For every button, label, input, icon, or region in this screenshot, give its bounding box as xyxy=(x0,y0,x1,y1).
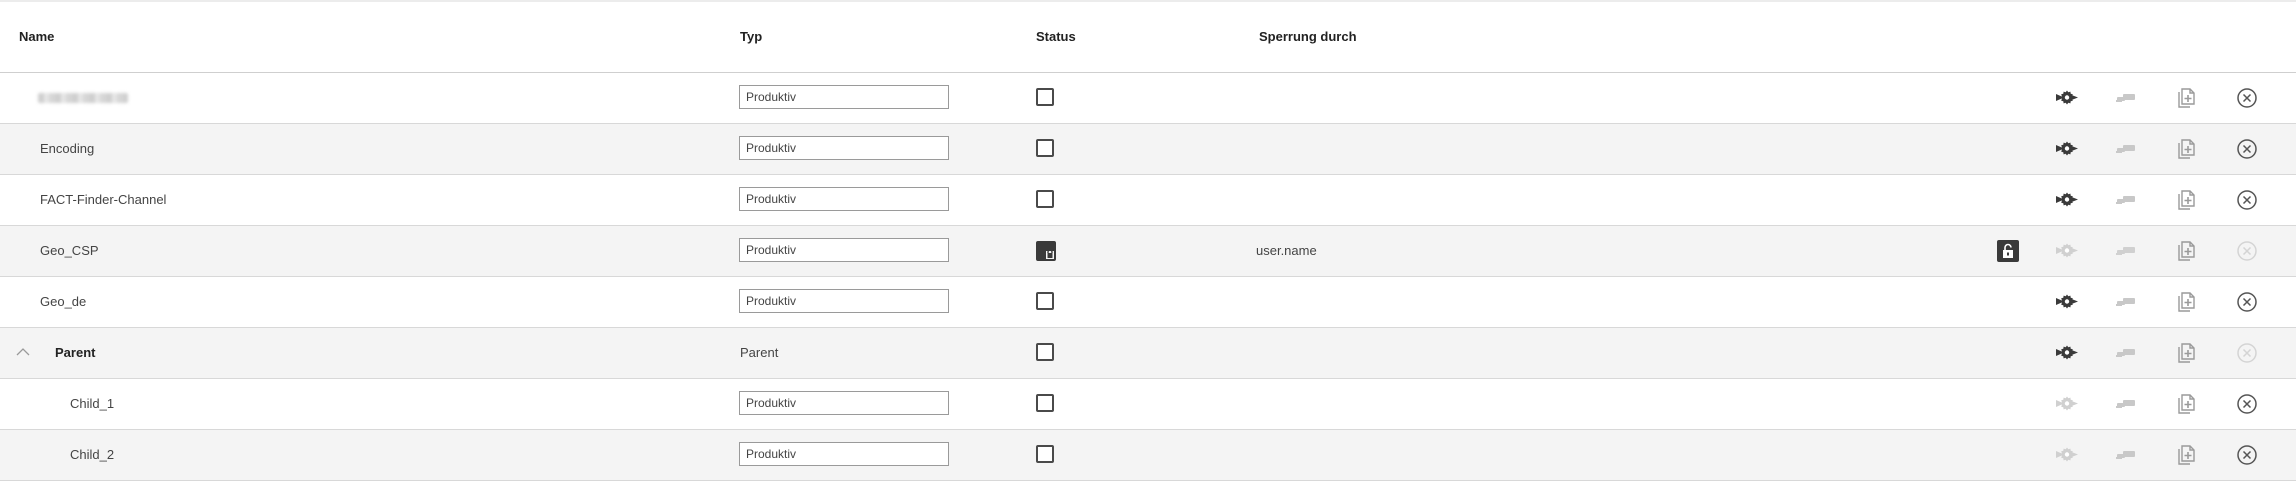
settings-arrow-icon[interactable] xyxy=(2055,137,2079,161)
table-row-child[interactable]: Child_1 Produktiv xyxy=(0,379,2296,430)
header-status[interactable]: Status xyxy=(1036,2,1076,72)
import-icon[interactable] xyxy=(2114,392,2138,416)
status-checkbox[interactable] xyxy=(1036,445,1054,463)
import-icon[interactable] xyxy=(2114,290,2138,314)
table-row[interactable]: Geo_de Produktiv xyxy=(0,277,2296,328)
row-name: FACT-Finder-Channel xyxy=(40,192,167,207)
status-checkbox[interactable] xyxy=(1036,190,1054,208)
delete-circle-icon xyxy=(2235,341,2259,365)
unlock-icon[interactable] xyxy=(1997,240,2019,262)
table-row-parent[interactable]: Parent Parent xyxy=(0,328,2296,379)
locked-status-icon xyxy=(1035,240,1057,262)
delete-circle-icon[interactable] xyxy=(2235,86,2259,110)
copy-icon[interactable] xyxy=(2174,392,2198,416)
import-icon xyxy=(2114,239,2138,263)
status-checkbox[interactable] xyxy=(1036,139,1054,157)
table-row-child[interactable]: Child_2 Produktiv xyxy=(0,430,2296,481)
row-name: Geo_de xyxy=(40,294,87,309)
chevron-up-icon[interactable] xyxy=(14,343,32,361)
row-name: Parent xyxy=(55,345,96,360)
status-checkbox[interactable] xyxy=(1036,292,1054,310)
status-checkbox[interactable] xyxy=(1036,343,1054,361)
status-checkbox[interactable] xyxy=(1036,88,1054,106)
settings-arrow-icon xyxy=(2055,239,2079,263)
typ-select[interactable]: Produktiv xyxy=(739,238,949,262)
row-name: Geo_CSP xyxy=(40,243,99,258)
copy-icon[interactable] xyxy=(2174,86,2198,110)
blurred-name xyxy=(38,93,128,103)
row-typ: Parent xyxy=(740,345,779,360)
import-icon[interactable] xyxy=(2114,137,2138,161)
copy-icon[interactable] xyxy=(2174,443,2198,467)
typ-select[interactable]: Produktiv xyxy=(739,85,949,109)
typ-select[interactable]: Produktiv xyxy=(739,442,949,466)
settings-arrow-icon xyxy=(2055,443,2079,467)
header-typ[interactable]: Typ xyxy=(740,2,762,72)
delete-circle-icon[interactable] xyxy=(2235,137,2259,161)
row-name: Child_2 xyxy=(70,447,115,462)
entities-table: Name Typ Status Sperrung durch Produktiv… xyxy=(0,0,2296,481)
table-header: Name Typ Status Sperrung durch xyxy=(0,2,2296,73)
settings-arrow-icon xyxy=(2055,392,2079,416)
typ-select[interactable]: Produktiv xyxy=(739,391,949,415)
table-row[interactable]: Encoding Produktiv xyxy=(0,124,2296,175)
copy-icon[interactable] xyxy=(2174,341,2198,365)
typ-select[interactable]: Produktiv xyxy=(739,289,949,313)
header-name[interactable]: Name xyxy=(19,2,54,72)
import-icon[interactable] xyxy=(2114,86,2138,110)
typ-select[interactable]: Produktiv xyxy=(739,187,949,211)
settings-arrow-icon[interactable] xyxy=(2055,188,2079,212)
delete-circle-icon[interactable] xyxy=(2235,443,2259,467)
delete-circle-icon[interactable] xyxy=(2235,188,2259,212)
copy-icon[interactable] xyxy=(2174,290,2198,314)
status-checkbox[interactable] xyxy=(1036,394,1054,412)
copy-icon[interactable] xyxy=(2174,188,2198,212)
delete-circle-icon xyxy=(2235,239,2259,263)
typ-select[interactable]: Produktiv xyxy=(739,136,949,160)
import-icon[interactable] xyxy=(2114,188,2138,212)
table-row[interactable]: FACT-Finder-Channel Produktiv xyxy=(0,175,2296,226)
settings-arrow-icon[interactable] xyxy=(2055,86,2079,110)
import-icon[interactable] xyxy=(2114,341,2138,365)
delete-circle-icon[interactable] xyxy=(2235,290,2259,314)
settings-arrow-icon[interactable] xyxy=(2055,290,2079,314)
header-sperrung[interactable]: Sperrung durch xyxy=(1259,2,1357,72)
settings-arrow-icon[interactable] xyxy=(2055,341,2079,365)
copy-icon[interactable] xyxy=(2174,137,2198,161)
delete-circle-icon[interactable] xyxy=(2235,392,2259,416)
row-name: Encoding xyxy=(40,141,95,156)
import-icon[interactable] xyxy=(2114,443,2138,467)
table-row[interactable]: Geo_CSP Produktiv user.name xyxy=(0,226,2296,277)
row-name: Child_1 xyxy=(70,396,115,411)
copy-icon[interactable] xyxy=(2174,239,2198,263)
table-row[interactable]: Produktiv xyxy=(0,73,2296,124)
locked-by-user: user.name xyxy=(1256,243,1317,258)
